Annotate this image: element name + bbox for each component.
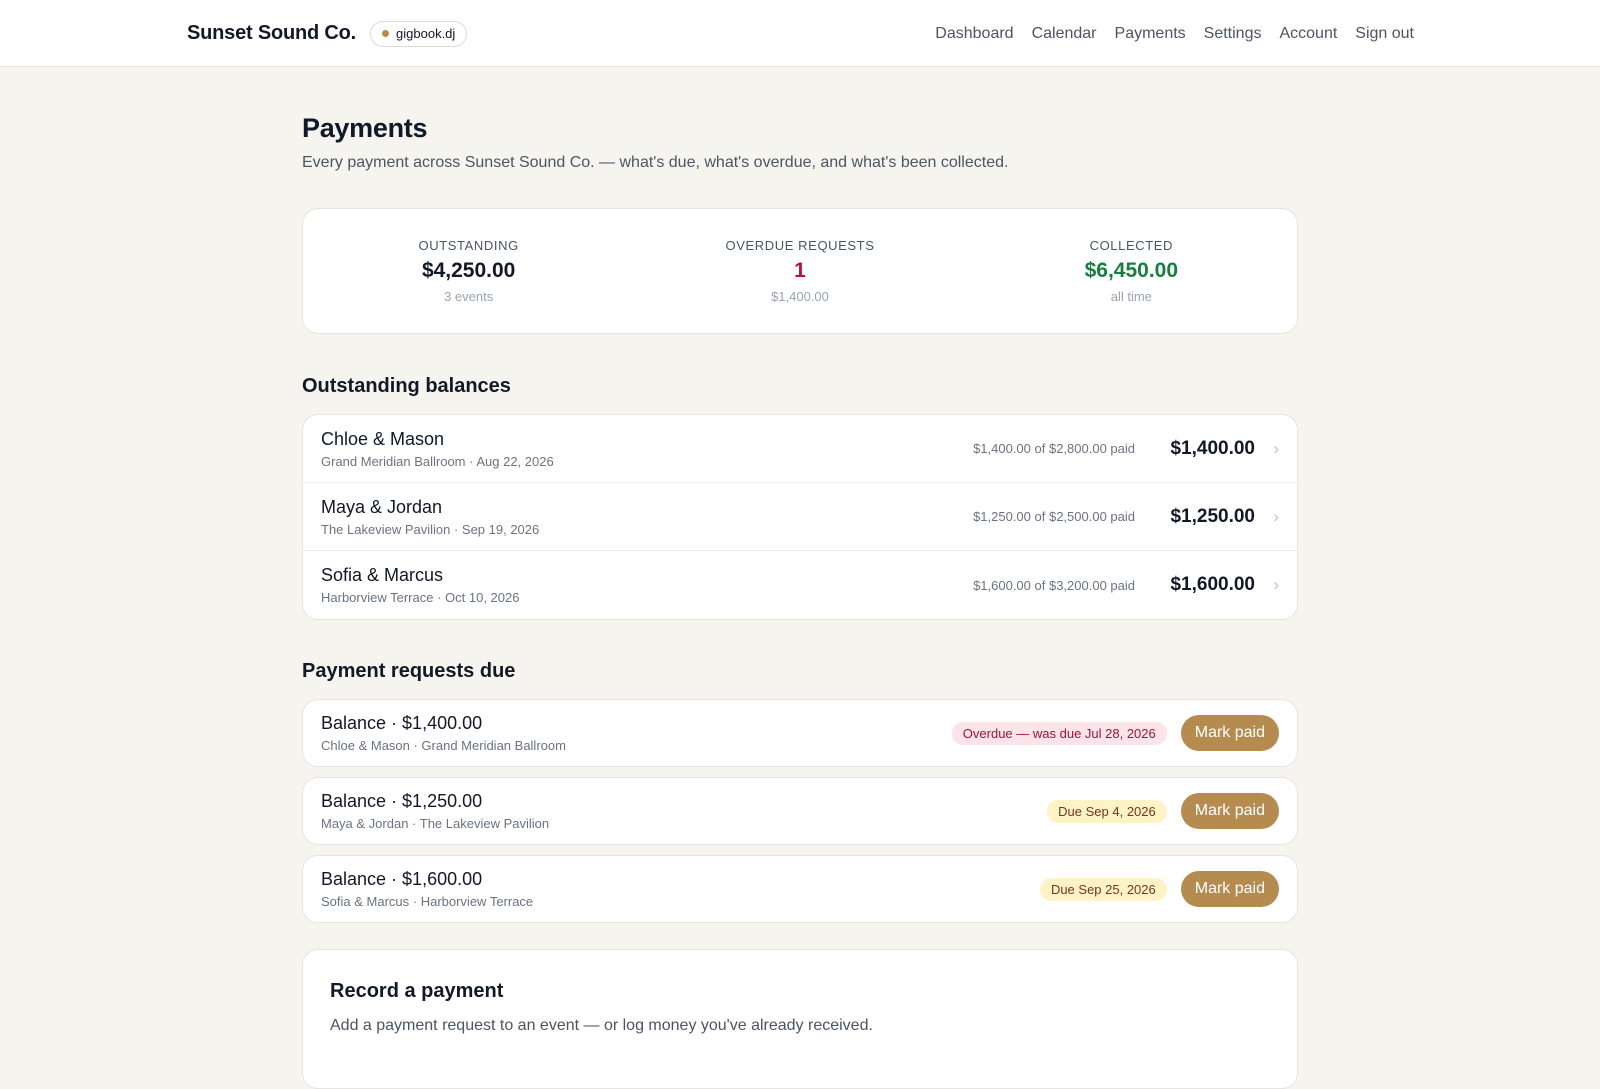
request-info: Balance · $1,250.00 Maya & Jordan · The … <box>321 791 1047 831</box>
balance-row[interactable]: Maya & Jordan The Lakeview Pavilion · Se… <box>303 483 1297 551</box>
client-name: Chloe & Mason <box>321 428 445 449</box>
main-nav: Dashboard Calendar Payments Settings Acc… <box>935 0 1414 67</box>
status-badge: Due Sep 25, 2026 <box>1039 877 1167 901</box>
client-name: Maya & Jordan <box>321 496 443 517</box>
nav-account[interactable]: Account <box>1279 25 1337 43</box>
top-nav-bar: Sunset Sound Co. gigbook.dj Dashboard Ca… <box>0 0 1600 67</box>
mark-paid-button[interactable]: Mark paid <box>1180 715 1279 751</box>
mark-paid-button[interactable]: Mark paid <box>1180 871 1279 907</box>
section-title-outstanding-balances: Outstanding balances <box>302 375 511 397</box>
status-badge: Overdue — was due Jul 28, 2026 <box>951 721 1167 745</box>
balance-row[interactable]: Chloe & Mason Grand Meridian Ballroom · … <box>303 415 1297 483</box>
request-meta: Chloe & Mason · Grand Meridian Ballroom <box>321 738 566 753</box>
chevron-right-icon: › <box>1273 575 1279 594</box>
balance-amount: $1,400.00 <box>1170 437 1255 459</box>
stat-label: OVERDUE REQUESTS <box>725 238 875 253</box>
payment-request-row: Balance · $1,400.00 Chloe & Mason · Gran… <box>302 699 1298 767</box>
stat-label: COLLECTED <box>1089 238 1174 253</box>
record-payment-card: Record a payment Add a payment request t… <box>302 949 1298 1089</box>
nav-dashboard[interactable]: Dashboard <box>935 25 1013 43</box>
stat-value: 1 <box>794 259 806 282</box>
stat-note: $1,400.00 <box>771 289 829 304</box>
event-meta: The Lakeview Pavilion · Sep 19, 2026 <box>321 521 540 537</box>
outstanding-balances-list: Chloe & Mason Grand Meridian Ballroom · … <box>302 414 1298 620</box>
request-title: Balance · $1,400.00 <box>321 713 483 733</box>
balance-amount: $1,600.00 <box>1170 574 1255 595</box>
nav-sign-out[interactable]: Sign out <box>1355 25 1414 43</box>
balance-row[interactable]: Sofia & Marcus Harborview Terrace · Oct … <box>303 551 1297 619</box>
chevron-right-icon: › <box>1273 438 1279 458</box>
mark-paid-button[interactable]: Mark paid <box>1180 793 1279 829</box>
nav-calendar[interactable]: Calendar <box>1032 25 1097 43</box>
stats-summary-card: OUTSTANDING $4,250.00 3 events OVERDUE R… <box>302 208 1298 334</box>
brand: Sunset Sound Co. gigbook.dj <box>187 0 468 67</box>
record-payment-title: Record a payment <box>330 980 504 1002</box>
paid-progress: $1,600.00 of $3,200.00 paid <box>973 577 1135 593</box>
paid-progress: $1,400.00 of $2,800.00 paid <box>973 441 1135 456</box>
request-meta: Maya & Jordan · The Lakeview Pavilion <box>321 816 550 831</box>
balance-amount: $1,250.00 <box>1170 505 1255 527</box>
main-content: Payments Every payment across Sunset Sou… <box>302 67 1298 1089</box>
request-meta: Sofia & Marcus · Harborview Terrace <box>321 894 534 909</box>
request-title: Balance · $1,250.00 <box>321 791 483 811</box>
stat-note: all time <box>1110 289 1152 304</box>
event-meta: Grand Meridian Ballroom · Aug 22, 2026 <box>321 453 554 469</box>
page-title: Payments <box>302 113 428 143</box>
request-info: Balance · $1,400.00 Chloe & Mason · Gran… <box>321 713 952 753</box>
stat-value: $6,450.00 <box>1084 259 1179 282</box>
stat-note: 3 events <box>444 289 494 304</box>
client-name: Sofia & Marcus <box>321 565 444 585</box>
paid-progress: $1,250.00 of $2,500.00 paid <box>973 509 1135 524</box>
page-subtitle: Every payment across Sunset Sound Co. — … <box>302 154 1009 171</box>
stat-collected: COLLECTED $6,450.00 all time <box>966 238 1297 304</box>
workspace-chip: gigbook.dj <box>370 20 468 47</box>
record-payment-subtitle: Add a payment request to an event — or l… <box>330 1017 873 1034</box>
stat-label: OUTSTANDING <box>418 238 519 253</box>
status-dot-icon <box>382 30 390 37</box>
brand-name[interactable]: Sunset Sound Co. <box>187 22 356 45</box>
chevron-right-icon: › <box>1273 506 1279 526</box>
stat-outstanding: OUTSTANDING $4,250.00 3 events <box>303 238 634 304</box>
payment-requests-list: Balance · $1,400.00 Chloe & Mason · Gran… <box>302 699 1298 923</box>
request-info: Balance · $1,600.00 Sofia & Marcus · Har… <box>321 869 1040 909</box>
request-title: Balance · $1,600.00 <box>321 869 483 889</box>
workspace-chip-label: gigbook.dj <box>396 26 456 41</box>
event-meta: Harborview Terrace · Oct 10, 2026 <box>321 590 520 605</box>
stat-overdue-requests: OVERDUE REQUESTS 1 $1,400.00 <box>634 238 965 304</box>
nav-payments[interactable]: Payments <box>1115 25 1186 43</box>
balance-row-info: Chloe & Mason Grand Meridian Ballroom · … <box>321 429 973 469</box>
status-badge: Due Sep 4, 2026 <box>1047 799 1167 823</box>
balance-row-info: Maya & Jordan The Lakeview Pavilion · Se… <box>321 497 973 537</box>
nav-settings[interactable]: Settings <box>1204 25 1262 43</box>
stat-value: $4,250.00 <box>421 259 516 282</box>
payment-request-row: Balance · $1,250.00 Maya & Jordan · The … <box>302 777 1298 845</box>
payment-request-row: Balance · $1,600.00 Sofia & Marcus · Har… <box>302 855 1298 923</box>
balance-row-info: Sofia & Marcus Harborview Terrace · Oct … <box>321 565 973 605</box>
section-title-payment-requests: Payment requests due <box>302 660 516 682</box>
